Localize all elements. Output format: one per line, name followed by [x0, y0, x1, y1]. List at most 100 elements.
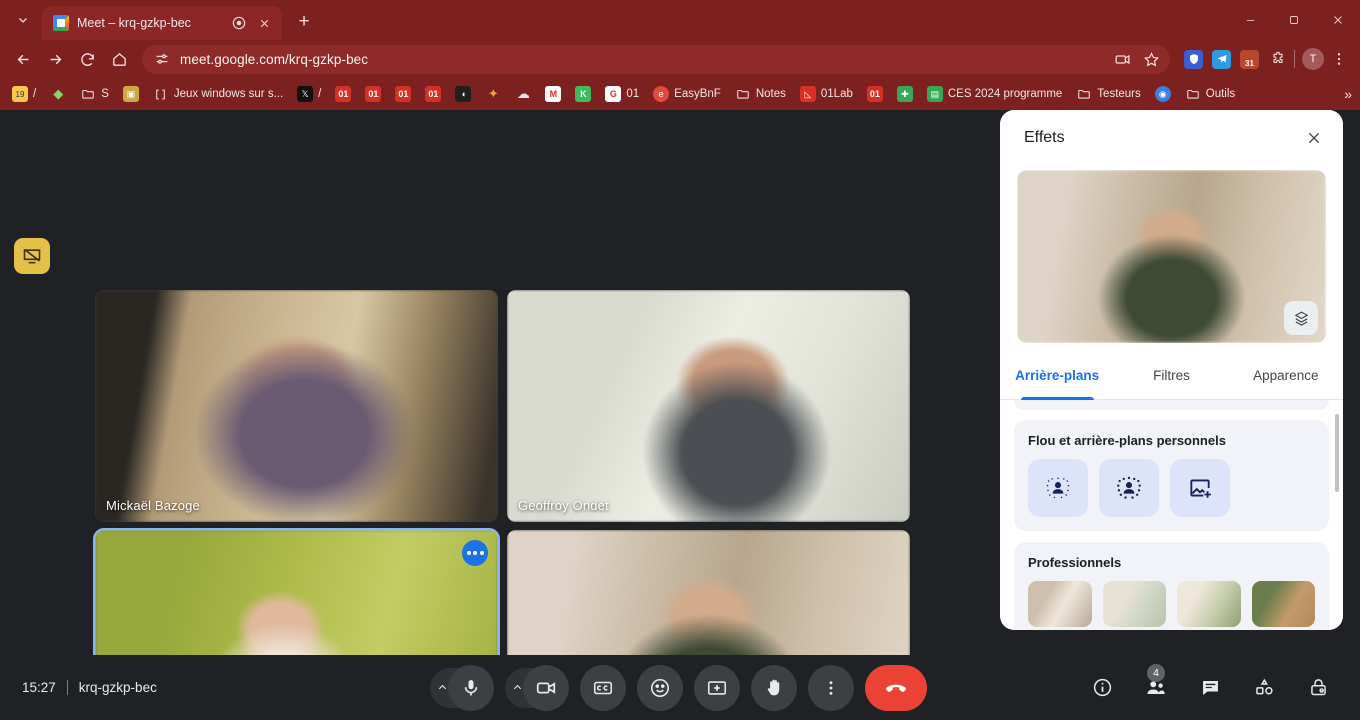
tile-more-options-button[interactable]	[462, 540, 488, 566]
video-tile-participant-1[interactable]: Geoffroy Ondet	[507, 290, 910, 522]
bookmark-item[interactable]: Notes	[729, 83, 792, 105]
avatar[interactable]: T	[1302, 48, 1324, 70]
new-tab-button[interactable]: +	[290, 8, 318, 36]
bookmark-item[interactable]: ▤ CES 2024 programme	[921, 83, 1068, 105]
background-thumb-green-room[interactable]	[1102, 581, 1166, 627]
bookmark-item[interactable]: Jeux windows sur s...	[147, 83, 289, 105]
calendar-extension[interactable]: 31	[1240, 49, 1259, 69]
presentation-off-icon[interactable]	[14, 238, 50, 274]
more-options-button[interactable]	[808, 664, 854, 711]
url-text: meet.google.com/krq-gzkp-bec	[180, 51, 369, 67]
mic-button[interactable]	[448, 664, 494, 711]
camera-button[interactable]	[523, 664, 569, 711]
bookmark-item[interactable]: M	[539, 83, 567, 105]
background-thumb-office-shelves[interactable]	[1028, 581, 1092, 627]
bookmark-item[interactable]: 01	[359, 83, 387, 105]
raise-hand-button[interactable]	[751, 664, 797, 711]
bookmark-item[interactable]: 01	[419, 83, 447, 105]
bookmarks-bar: 19/◆ S ▣ Jeux windows sur s... 𝕏/01 01 01 01 ◖ ✦ ☁…	[0, 78, 1360, 110]
maximize-button[interactable]	[1272, 0, 1316, 40]
bookmark-item[interactable]: ✦	[479, 83, 507, 105]
tab-arriere-plans[interactable]: Arrière-plans	[1000, 352, 1114, 400]
back-arrow-icon[interactable]	[8, 44, 38, 74]
address-bar[interactable]: meet.google.com/krq-gzkp-bec	[142, 44, 1170, 74]
forward-arrow-icon[interactable]	[40, 44, 70, 74]
section-title: Flou et arrière-plans personnels	[1028, 433, 1226, 448]
close-tab-icon[interactable]	[255, 14, 273, 32]
bookmarks-overflow-icon[interactable]: »	[1344, 86, 1352, 102]
meeting-details-button[interactable]	[1082, 668, 1122, 708]
meeting-bottom-bar: 15:27 krq-gzkp-bec 4	[0, 655, 1360, 720]
window-controls	[1228, 0, 1360, 40]
telegram-extension[interactable]	[1212, 49, 1231, 69]
chrome-menu-icon[interactable]	[1326, 46, 1352, 72]
close-icon[interactable]	[1297, 121, 1331, 155]
password-manager-extension[interactable]	[1184, 49, 1203, 69]
chat-button[interactable]	[1190, 668, 1230, 708]
background-thumbnails	[1028, 581, 1315, 627]
bookmark-item[interactable]: K	[569, 83, 597, 105]
cast-icon[interactable]	[1114, 51, 1131, 68]
bracket-icon	[153, 86, 169, 102]
bookmark-item[interactable]: ◺ 01Lab	[794, 83, 859, 105]
gmail-icon: M	[545, 86, 562, 102]
add-image-icon[interactable]	[1170, 459, 1230, 517]
close-window-button[interactable]	[1316, 0, 1360, 40]
layers-icon[interactable]	[1284, 301, 1318, 335]
panel-title: Effets	[1024, 129, 1065, 146]
tab-search-chevron-icon[interactable]	[6, 3, 40, 37]
bookmark-item[interactable]: 01	[329, 83, 357, 105]
present-button[interactable]	[694, 664, 740, 711]
bookmark-item[interactable]: 𝕏 /	[291, 83, 327, 105]
host-controls-button[interactable]	[1298, 668, 1338, 708]
copilot-icon: ◉	[1154, 86, 1171, 102]
minimize-button[interactable]	[1228, 0, 1272, 40]
video-feed	[95, 290, 498, 522]
meeting-info: 15:27 krq-gzkp-bec	[0, 680, 430, 695]
tab-apparence[interactable]: Apparence	[1229, 352, 1343, 399]
bookmark-item[interactable]: Testeurs	[1070, 83, 1146, 105]
reload-icon[interactable]	[72, 44, 102, 74]
easybnf-icon: e	[653, 86, 670, 102]
bookmark-item[interactable]: 01	[389, 83, 417, 105]
bookmark-item[interactable]: ◆	[44, 83, 72, 105]
bookmark-item[interactable]: Outils	[1179, 83, 1241, 105]
extensions-puzzle-icon[interactable]	[1268, 50, 1287, 69]
bookmark-item[interactable]: S	[74, 83, 115, 105]
bookmark-item[interactable]: ◉	[1149, 83, 1177, 105]
bookmark-item[interactable]: ◖	[449, 83, 477, 105]
folder-icon	[1076, 86, 1092, 102]
home-icon[interactable]	[104, 44, 134, 74]
leave-call-button[interactable]	[865, 664, 927, 711]
meeting-code: krq-gzkp-bec	[78, 680, 157, 695]
star-icon[interactable]	[1143, 51, 1160, 68]
section-title: Professionnels	[1028, 555, 1122, 570]
bookmark-item[interactable]: 01	[861, 83, 889, 105]
participants-button[interactable]: 4	[1136, 663, 1176, 708]
background-thumb-plant-shelf[interactable]	[1177, 581, 1241, 627]
captions-button[interactable]	[580, 664, 626, 711]
bookmark-item[interactable]: ☁	[509, 83, 537, 105]
01net-icon: 01	[365, 86, 382, 102]
section-professionnels: Professionnels	[1014, 542, 1329, 630]
background-thumb-wood-plant[interactable]	[1251, 581, 1315, 627]
bookmark-item[interactable]: ✚	[891, 83, 919, 105]
tab-filtres[interactable]: Filtres	[1114, 352, 1228, 399]
video-tile-participant-0[interactable]: Mickaël Bazoge	[95, 290, 498, 522]
bookmark-item[interactable]: 19 /	[6, 83, 42, 105]
strong-blur-icon[interactable]	[1099, 459, 1159, 517]
bookmark-item[interactable]: ▣	[117, 83, 145, 105]
participant-name: Mickaël Bazoge	[106, 498, 200, 513]
meet-app: Mickaël Bazoge Geoffroy Ondet Stéphanie …	[0, 110, 1360, 720]
bookmark-label: /	[33, 88, 37, 100]
bookmark-item[interactable]: e EasyBnF	[647, 83, 727, 105]
site-settings-icon[interactable]	[154, 51, 170, 67]
activities-button[interactable]	[1244, 668, 1284, 708]
bookmark-label: EasyBnF	[674, 88, 721, 100]
bookmark-item[interactable]: G 01	[599, 83, 645, 105]
slight-blur-icon[interactable]	[1028, 459, 1088, 517]
bookmark-label: Jeux windows sur s...	[173, 88, 284, 100]
panel-scrollbar[interactable]	[1335, 414, 1339, 492]
browser-tab[interactable]: Meet – krq-gzkp-bec	[42, 6, 282, 40]
reactions-button[interactable]	[637, 664, 683, 711]
